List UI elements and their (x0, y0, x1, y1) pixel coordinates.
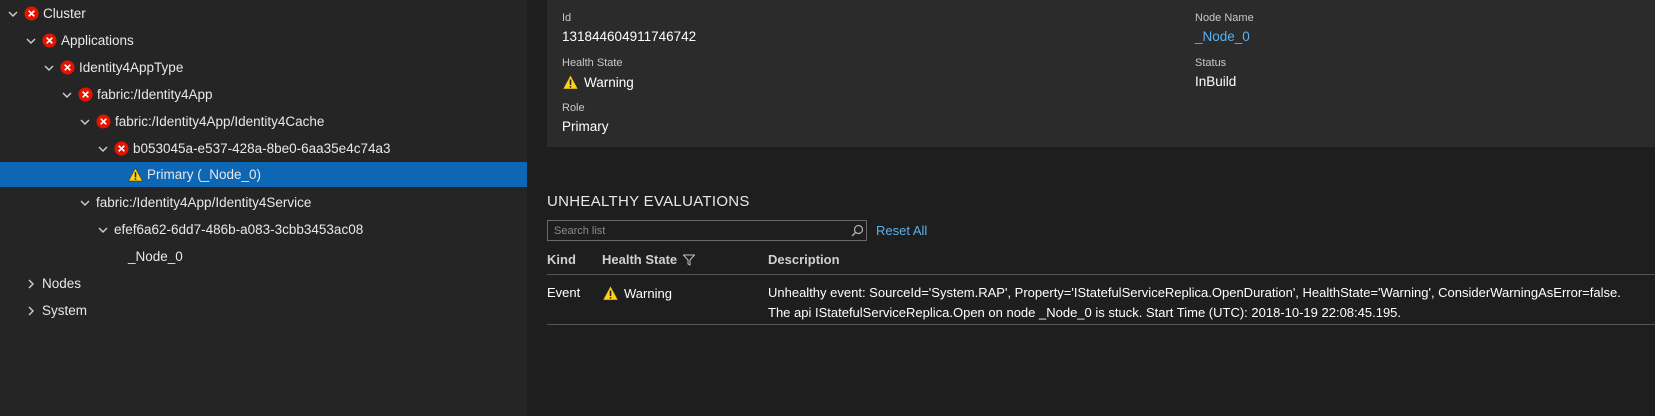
tree-item-app-type[interactable]: Identity4AppType (0, 54, 527, 81)
tree-item-nodes[interactable]: Nodes (0, 270, 527, 297)
table-row: Event Warning Unhealthy event: SourceId=… (547, 275, 1655, 325)
health-state-label: Health State (562, 57, 623, 69)
description-line: Unhealthy event: SourceId='System.RAP', … (768, 285, 1621, 300)
tree-item-cluster[interactable]: Cluster (0, 0, 527, 27)
search-list-box (547, 220, 867, 241)
row-health-text: Warning (624, 285, 672, 301)
tree-item-partition-cache[interactable]: b053045a-e537-428a-8be0-6aa35e4c74a3 (0, 135, 527, 162)
tree-item-label: fabric:/Identity4App (97, 87, 213, 102)
error-icon (114, 141, 129, 156)
tree-item-service-cache[interactable]: fabric:/Identity4App/Identity4Cache (0, 108, 527, 135)
unhealthy-evaluations-title: UNHEALTHY EVALUATIONS (547, 193, 750, 210)
tree-item-label: b053045a-e537-428a-8be0-6aa35e4c74a3 (133, 141, 391, 156)
tree-item-system[interactable]: System (0, 297, 527, 324)
tree-item-label: _Node_0 (128, 249, 183, 264)
column-health-state[interactable]: Health State (602, 252, 696, 267)
role-label: Role (562, 102, 585, 114)
chevron-down-icon[interactable] (96, 223, 110, 237)
chevron-right-icon[interactable] (24, 304, 38, 318)
row-description: Unhealthy event: SourceId='System.RAP', … (768, 283, 1621, 323)
tree-item-label: Primary (_Node_0) (147, 167, 262, 182)
tree-item-label: Identity4AppType (79, 60, 184, 75)
tree-item-label: fabric:/Identity4App/Identity4Cache (115, 114, 325, 129)
tree-item-replica-node[interactable]: _Node_0 (0, 243, 527, 270)
status-label: Status (1195, 57, 1227, 69)
node-name-field: Node Name _Node_0 (1195, 12, 1254, 44)
filter-icon[interactable] (683, 254, 696, 266)
tree-item-partition-identity[interactable]: efef6a62-6dd7-486b-a083-3cbb3453ac08 (0, 216, 527, 243)
error-icon (42, 33, 57, 48)
tree-item-application[interactable]: fabric:/Identity4App (0, 81, 527, 108)
chevron-down-icon[interactable] (24, 34, 38, 48)
node-name-link[interactable]: _Node_0 (1195, 29, 1254, 44)
tree-item-applications[interactable]: Applications (0, 27, 527, 54)
id-value: 131844604911746742 (562, 29, 697, 44)
tree-item-label: Applications (61, 33, 134, 48)
chevron-right-icon[interactable] (24, 277, 38, 291)
essentials-card: Id 131844604911746742 Health State Warni… (547, 0, 1655, 147)
details-pane: Id 131844604911746742 Health State Warni… (527, 0, 1655, 416)
tree-item-service-identity[interactable]: fabric:/Identity4App/Identity4Service (0, 189, 527, 216)
column-health-state-label: Health State (602, 252, 678, 267)
evaluations-table: Kind Health State Description Event Warn… (547, 246, 1655, 325)
warning-icon (602, 285, 619, 301)
table-header: Kind Health State Description (547, 246, 1655, 275)
chevron-down-icon[interactable] (96, 142, 110, 156)
chevron-down-icon[interactable] (78, 115, 92, 129)
error-icon (24, 6, 39, 21)
tree-item-label: Cluster (43, 6, 86, 21)
tree-item-label: fabric:/Identity4App/Identity4Service (96, 195, 312, 210)
column-kind[interactable]: Kind (547, 252, 576, 267)
status-value: InBuild (1195, 74, 1237, 89)
role-value: Primary (562, 119, 609, 134)
tree-item-label: System (42, 303, 88, 318)
node-name-label: Node Name (1195, 12, 1254, 24)
health-state-value: Warning (562, 74, 634, 90)
chevron-down-icon[interactable] (78, 196, 92, 210)
row-kind: Event (547, 285, 581, 300)
status-field: Status InBuild (1195, 57, 1236, 89)
search-icon[interactable] (848, 222, 866, 240)
description-line: The api IStatefulServiceReplica.Open on … (768, 305, 1402, 320)
id-label: Id (562, 12, 572, 24)
health-state-text: Warning (584, 74, 634, 90)
tree-item-label: efef6a62-6dd7-486b-a083-3cbb3453ac08 (114, 222, 364, 237)
tree-item-replica-primary[interactable]: Primary (_Node_0) (0, 162, 527, 187)
role-field: Role Primary (562, 102, 609, 134)
warning-icon (562, 74, 579, 90)
search-input[interactable] (548, 220, 848, 241)
id-field: Id 131844604911746742 (562, 12, 696, 44)
tree-panel: Cluster Applications Identity4AppType fa… (0, 0, 527, 416)
reset-all-link[interactable]: Reset All (876, 223, 927, 238)
health-state-field: Health State Warning (562, 57, 634, 90)
error-icon (96, 114, 111, 129)
error-icon (78, 87, 93, 102)
error-icon (60, 60, 75, 75)
column-description[interactable]: Description (768, 252, 840, 267)
row-health-state: Warning (602, 285, 672, 301)
warning-icon (128, 167, 143, 182)
chevron-down-icon[interactable] (60, 88, 74, 102)
tree-item-label: Nodes (42, 276, 82, 291)
chevron-down-icon[interactable] (42, 61, 56, 75)
chevron-down-icon[interactable] (6, 7, 20, 21)
